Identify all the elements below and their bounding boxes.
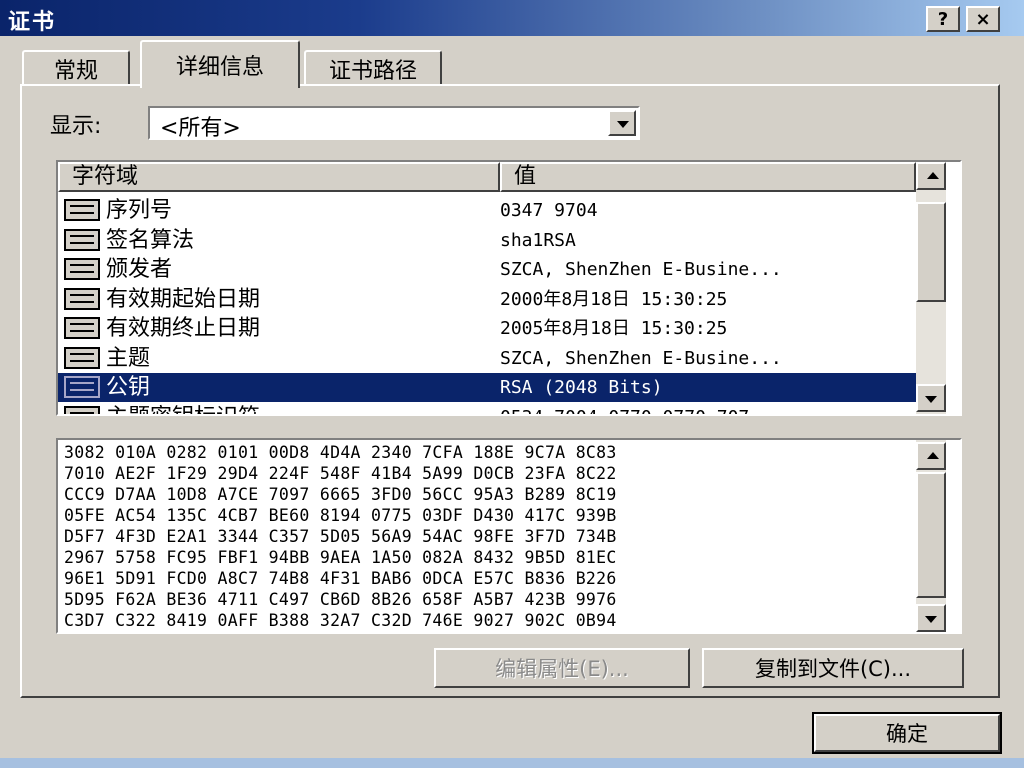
copy-to-file-button[interactable]: 复制到文件(C)... <box>702 648 964 688</box>
field-icon <box>64 258 100 280</box>
field-value: SZCA, ShenZhen E-Busine... <box>500 347 782 369</box>
arrow-down-icon <box>925 396 937 403</box>
column-header-value[interactable]: 值 <box>500 162 916 192</box>
list-row[interactable]: 主题密钥标识符 0534 7004 0770 0770 707... <box>58 403 916 415</box>
title-bar[interactable]: 证书 ? × <box>0 0 1024 36</box>
list-row[interactable]: 有效期终止日期 2005年8月18日 15:30:25 <box>58 314 916 343</box>
show-label: 显示: <box>50 114 102 139</box>
scroll-up-button[interactable] <box>916 442 946 470</box>
field-icon <box>64 405 100 414</box>
tab-certificate-path[interactable]: 证书路径 <box>304 50 442 86</box>
hex-line: 2967 5758 FC95 FBF1 94BB 9AEA 1A50 082A … <box>64 548 617 567</box>
field-value: 0534 7004 0770 0770 707... <box>500 403 782 415</box>
scroll-down-button[interactable] <box>916 384 946 412</box>
scroll-down-button[interactable] <box>916 604 946 632</box>
tab-label: 常规 <box>53 59 98 84</box>
field-icon <box>64 376 100 398</box>
field-value: 0347 9704 <box>500 200 598 221</box>
hex-line: 96E1 5D91 FCD0 A8C7 74B8 4F31 BAB6 0DCA … <box>64 569 617 588</box>
field-name: 签名算法 <box>106 227 195 253</box>
close-button[interactable]: × <box>966 6 1000 32</box>
tab-general[interactable]: 常规 <box>22 50 130 86</box>
list-row[interactable]: 有效期起始日期 2000年8月18日 15:30:25 <box>58 285 916 314</box>
dropdown-button[interactable] <box>608 110 636 136</box>
field-value: sha1RSA <box>500 229 576 251</box>
hex-line: 05FE AC54 135C 4CB7 BE60 8194 0775 03DF … <box>64 506 617 525</box>
window-bottom-edge <box>0 758 1024 768</box>
scroll-thumb[interactable] <box>916 202 946 302</box>
list-row[interactable]: 颁发者 SZCA, ShenZhen E-Busine... <box>58 255 916 284</box>
scroll-up-button[interactable] <box>916 162 946 190</box>
field-name: 序列号 <box>106 198 173 223</box>
tab-details[interactable]: 详细信息 <box>140 40 300 88</box>
field-list[interactable]: 字符域 值 序列号 0347 9704 签名算法 sha1RSA 颁发者 SZCA, Sh… <box>56 160 962 416</box>
field-icon <box>64 317 100 339</box>
field-icon <box>64 228 100 251</box>
help-button[interactable]: ? <box>926 6 960 32</box>
scroll-thumb[interactable] <box>916 472 946 598</box>
list-row[interactable]: 主题 SZCA, ShenZhen E-Busine... <box>58 344 916 373</box>
field-name: 主题 <box>106 345 151 371</box>
list-row[interactable]: 签名算法 sha1RSA <box>58 226 916 255</box>
show-dropdown-value: <所有> <box>160 116 241 141</box>
value-detail-box[interactable]: 3082 010A 0282 0101 00D8 4D4A 2340 7CFA … <box>56 438 962 634</box>
field-name: 颁发者 <box>106 257 173 282</box>
list-row[interactable]: 公钥 RSA (2048 Bits) <box>58 373 916 402</box>
window-title: 证书 <box>8 10 57 35</box>
tab-label: 详细信息 <box>175 55 264 80</box>
field-value: RSA (2048 Bits) <box>500 377 663 398</box>
arrow-down-icon <box>925 616 937 623</box>
chevron-down-icon <box>617 121 629 128</box>
arrow-up-icon <box>927 172 939 179</box>
hex-line: 5D95 F62A BE36 4711 C497 CB6D 8B26 658F … <box>64 590 617 609</box>
field-value: 2005年8月18日 15:30:25 <box>500 318 728 339</box>
field-name: 有效期起始日期 <box>106 286 261 312</box>
field-name: 主题密钥标识符 <box>106 403 260 415</box>
field-value: 2000年8月18日 15:30:25 <box>500 288 728 310</box>
field-value: SZCA, ShenZhen E-Busine... <box>500 259 782 280</box>
show-dropdown[interactable]: <所有> <box>148 106 640 141</box>
field-icon <box>64 199 100 221</box>
hex-line: CCC9 D7AA 10D8 A7CE 7097 6665 3FD0 56CC … <box>64 485 617 504</box>
field-icon <box>64 346 100 369</box>
field-icon <box>64 287 100 310</box>
close-icon: × <box>975 8 991 30</box>
hex-line: 7010 AE2F 1F29 29D4 224F 548F 41B4 5A99 … <box>64 464 617 483</box>
hex-line: D5F7 4F3D E2A1 3344 C357 5D05 56A9 54AC … <box>64 527 617 546</box>
column-header-field[interactable]: 字符域 <box>58 162 500 192</box>
list-scrollbar[interactable] <box>916 162 946 414</box>
detail-scrollbar[interactable] <box>916 440 946 632</box>
field-name: 有效期终止日期 <box>106 316 261 341</box>
edit-properties-button[interactable]: 编辑属性(E)... <box>434 648 690 688</box>
hex-line: C3D7 C322 8419 0AFF B388 32A7 C32D 746E … <box>64 611 617 630</box>
field-name: 公钥 <box>106 375 151 400</box>
tab-label: 证书路径 <box>328 59 417 84</box>
list-row[interactable]: 序列号 0347 9704 <box>58 196 916 225</box>
ok-button[interactable]: 确定 <box>812 712 1002 754</box>
hex-line: 3082 010A 0282 0101 00D8 4D4A 2340 7CFA … <box>64 443 617 462</box>
arrow-up-icon <box>927 452 939 459</box>
